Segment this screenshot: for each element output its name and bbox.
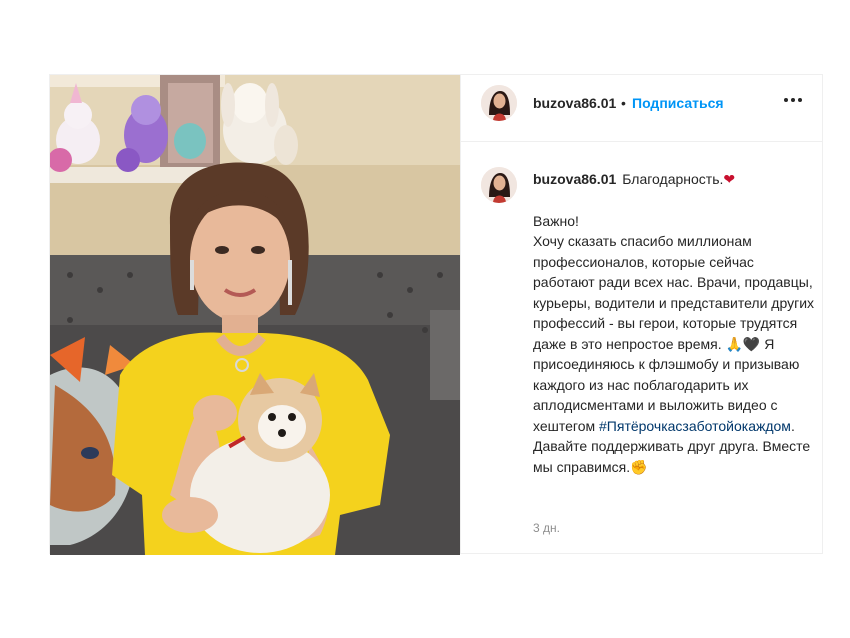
post-photo[interactable]	[50, 75, 460, 555]
avatar-image-icon	[481, 167, 517, 203]
caption-title: Благодарность.	[622, 171, 724, 187]
post-timestamp[interactable]: 3 дн.	[533, 521, 560, 535]
post-photo-illustration	[50, 75, 460, 555]
caption-author-avatar[interactable]	[481, 167, 517, 203]
caption-body: Важно! Хочу сказать спасибо миллионам пр…	[533, 211, 815, 478]
heart-emoji: ❤	[723, 171, 736, 187]
more-options-icon[interactable]	[780, 87, 806, 113]
author-avatar[interactable]	[481, 85, 517, 121]
post-sidebar: buzova86.01 • Подписаться buzova86.01 Бла…	[460, 75, 822, 553]
instagram-post: buzova86.01 • Подписаться buzova86.01 Бла…	[49, 74, 823, 555]
caption-hashtag[interactable]: #Пятёрочкасзаботойокаждом	[599, 418, 791, 434]
separator-dot: •	[621, 95, 626, 111]
caption-body-text: Важно! Хочу сказать спасибо миллионам пр…	[533, 212, 815, 434]
fist-emoji: ✊	[630, 458, 648, 475]
post-caption: buzova86.01 Благодарность.❤ Важно! Хочу с…	[533, 169, 815, 477]
avatar-image-icon	[481, 85, 517, 121]
follow-button[interactable]: Подписаться	[632, 95, 724, 111]
caption-first-line: buzova86.01 Благодарность.❤	[533, 169, 815, 190]
post-header: buzova86.01 • Подписаться	[461, 75, 822, 142]
caption-username[interactable]: buzova86.01	[533, 171, 616, 187]
author-username[interactable]: buzova86.01	[533, 95, 616, 111]
